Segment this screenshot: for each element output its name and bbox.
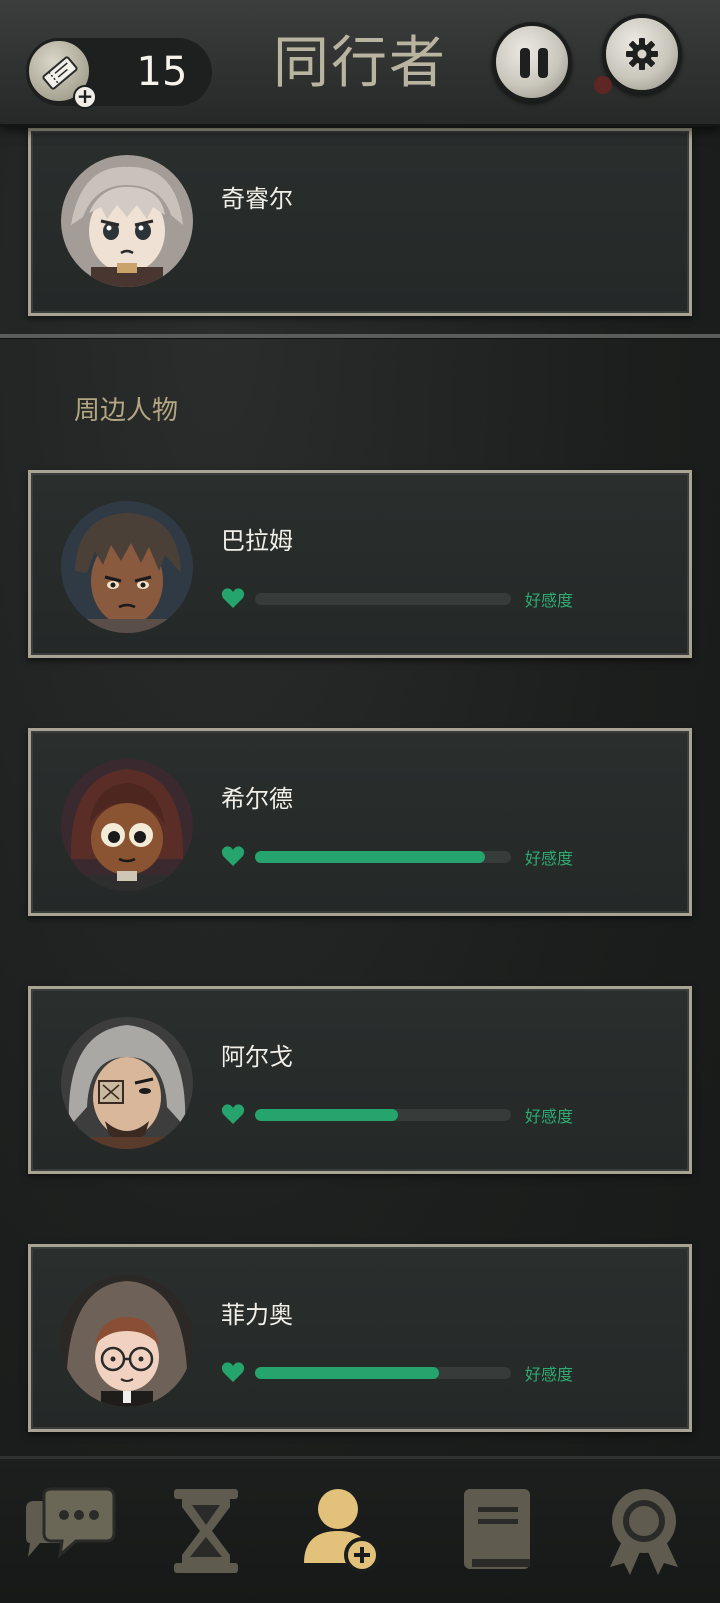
avatar-feiliao	[61, 1275, 193, 1407]
affinity-label: 好感度	[525, 849, 574, 868]
character-card[interactable]: 菲力奥 好感度	[28, 1244, 692, 1432]
character-card[interactable]: 希尔德 好感度	[28, 728, 692, 916]
character-name: 菲力奥	[221, 1301, 293, 1329]
heart-icon	[221, 846, 245, 866]
avatar-aerge	[61, 1017, 193, 1149]
nav-hourglass[interactable]	[166, 1487, 266, 1583]
settings-button[interactable]	[602, 14, 682, 94]
character-card[interactable]: 巴拉姆 好感度	[28, 470, 692, 658]
add-ticket-icon[interactable]: +	[73, 85, 97, 109]
affinity-label: 好感度	[525, 1365, 574, 1384]
affinity-bar	[255, 1109, 511, 1121]
nav-chat[interactable]	[22, 1487, 122, 1583]
ticket-counter[interactable]: + 15	[26, 38, 212, 109]
nav-book[interactable]	[460, 1487, 560, 1583]
character-name: 希尔德	[221, 785, 293, 813]
affinity-bar-fill	[255, 851, 486, 863]
character-card[interactable]: 阿尔戈 好感度	[28, 986, 692, 1174]
add-person-icon	[304, 1489, 380, 1573]
heart-icon	[221, 1362, 245, 1382]
affinity-bar-fill	[255, 1367, 440, 1379]
nav-achievements[interactable]	[604, 1487, 704, 1583]
section-divider	[0, 334, 720, 338]
affinity-label: 好感度	[525, 591, 574, 610]
affinity-bar	[255, 593, 511, 605]
ticket-count: 15	[136, 49, 188, 95]
notification-dot	[594, 76, 612, 94]
top-bar: + 15 同行者	[0, 0, 720, 127]
avatar-qiruier	[61, 155, 193, 287]
affinity-bar	[255, 1367, 511, 1379]
bottom-nav	[0, 1456, 720, 1603]
page-title: 同行者	[273, 31, 447, 96]
chat-icon	[26, 1487, 116, 1559]
character-name: 巴拉姆	[221, 527, 293, 555]
book-icon	[464, 1489, 530, 1569]
heart-icon	[221, 588, 245, 608]
hourglass-icon	[174, 1489, 238, 1573]
ticket-icon[interactable]: +	[26, 38, 97, 109]
pause-button[interactable]	[492, 22, 572, 102]
affinity-bar-fill	[255, 1109, 399, 1121]
gear-icon	[626, 38, 658, 70]
award-icon	[610, 1489, 678, 1575]
avatar-balamu	[61, 501, 193, 633]
character-name: 阿尔戈	[221, 1043, 293, 1071]
section-title: 周边人物	[74, 396, 179, 426]
companion-name: 奇睿尔	[221, 185, 293, 213]
companion-card[interactable]: 奇睿尔	[28, 128, 692, 316]
affinity-label: 好感度	[525, 1107, 574, 1126]
heart-icon	[221, 1104, 245, 1124]
affinity-bar	[255, 851, 511, 863]
avatar-xierde	[61, 759, 193, 891]
nav-companions[interactable]	[302, 1487, 402, 1583]
